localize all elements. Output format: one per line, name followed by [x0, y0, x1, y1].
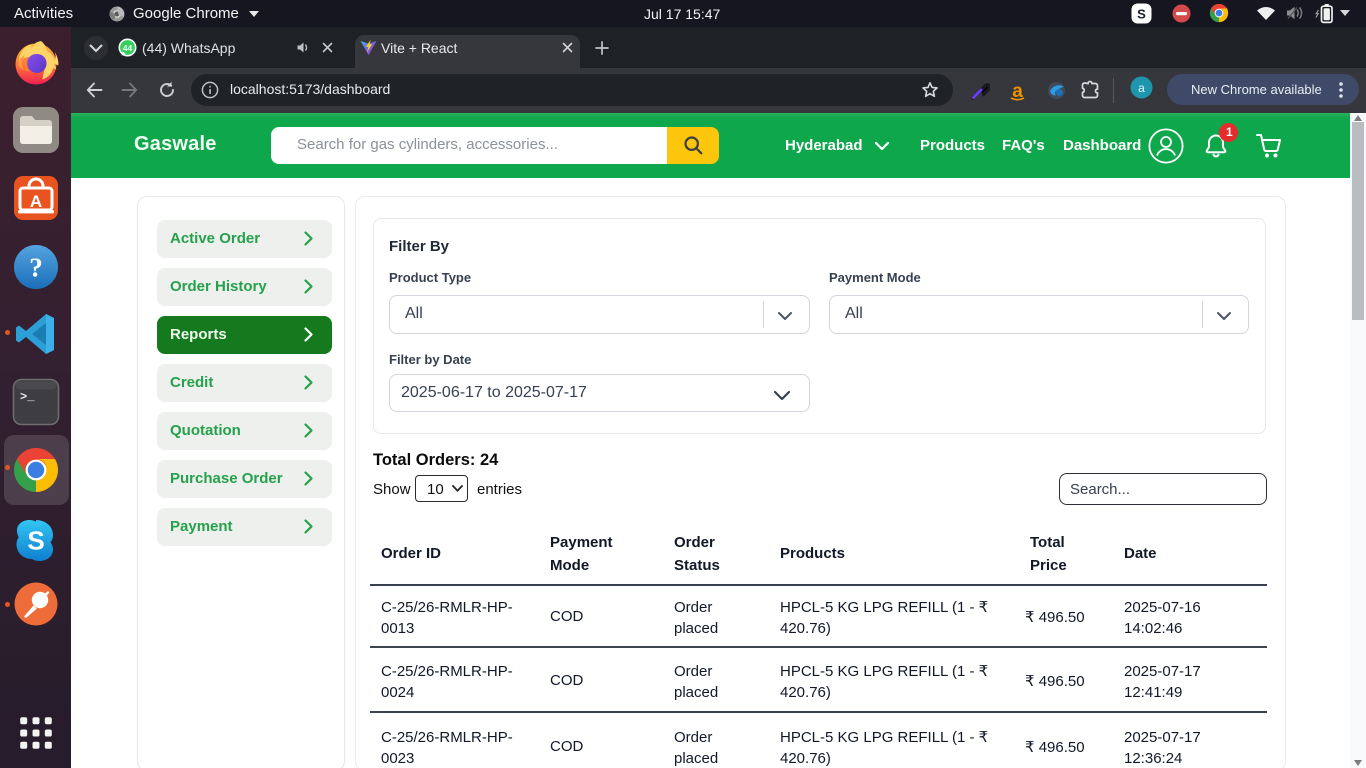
svg-text:A: A	[30, 192, 42, 211]
svg-text:S: S	[27, 526, 44, 556]
svg-text:?: ?	[29, 253, 43, 283]
svg-text:44: 44	[123, 43, 133, 53]
svg-text:S: S	[1137, 6, 1146, 21]
svg-text:a: a	[1138, 81, 1145, 95]
svg-text:>_: >_	[20, 390, 35, 404]
svg-text:a: a	[1012, 81, 1023, 101]
